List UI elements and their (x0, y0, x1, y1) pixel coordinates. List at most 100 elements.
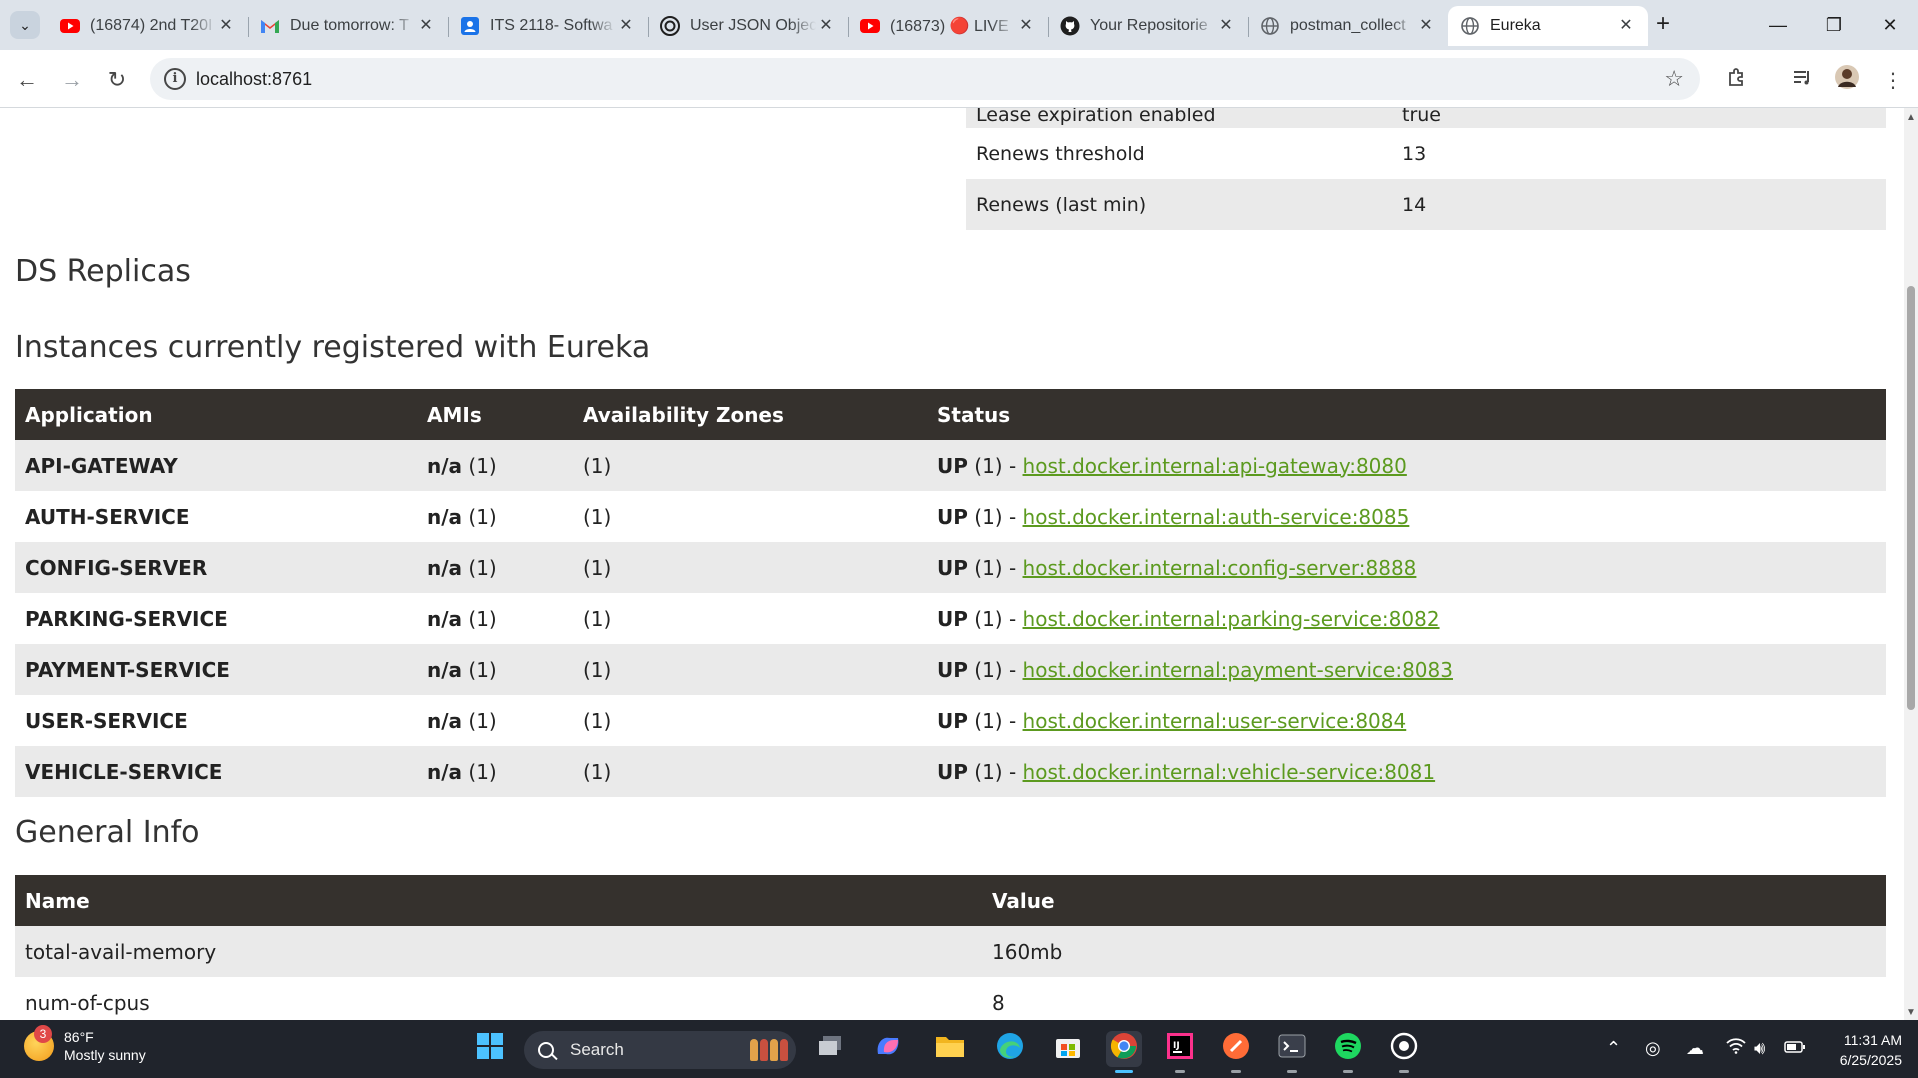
wifi-icon[interactable] (1726, 1038, 1746, 1059)
avatar-icon (1835, 65, 1859, 95)
status-cell: UP (1) - host.docker.internal:api-gatewa… (927, 440, 1886, 491)
tab-postman[interactable]: postman_collect ✕ (1248, 6, 1448, 46)
postman-button[interactable] (1218, 1031, 1254, 1073)
obs-icon (1390, 1032, 1418, 1066)
battery-icon[interactable] (1784, 1038, 1806, 1059)
status-cell: UP (1) - host.docker.internal:config-ser… (927, 542, 1886, 593)
restore-button[interactable]: ❐ (1806, 0, 1862, 50)
info-value: 8 (992, 990, 1005, 1015)
tab-strip: ⌄ (16874) 2nd T20I ✕ Due tomorrow: T ✕ I… (0, 0, 1918, 50)
new-tab-button[interactable]: + (1648, 10, 1678, 40)
chrome-menu-button[interactable]: ⋮ (1876, 63, 1910, 97)
tab-title: User JSON Objec (690, 17, 816, 34)
site-info-icon[interactable]: i (164, 68, 186, 90)
tab-list: (16874) 2nd T20I ✕ Due tomorrow: T ✕ ITS… (48, 6, 1648, 50)
minimize-button[interactable]: — (1750, 0, 1806, 50)
microsoft-store-button[interactable] (1050, 1031, 1086, 1067)
scroll-down-icon[interactable]: ▼ (1906, 1007, 1916, 1018)
table-row: AUTH-SERVICE n/a (1) (1) UP (1) - host.d… (15, 491, 1886, 542)
status-count: (1) - (974, 606, 1017, 631)
status-badge: UP (937, 504, 968, 529)
column-header: Availability Zones (573, 389, 927, 440)
chevron-down-icon: ⌄ (19, 16, 31, 33)
close-tab-icon[interactable]: ✕ (1416, 16, 1436, 36)
instance-link[interactable]: host.docker.internal:vehicle-service:808… (1023, 760, 1436, 784)
status-count: (1) - (974, 504, 1017, 529)
instance-link[interactable]: host.docker.internal:auth-service:8085 (1023, 505, 1410, 529)
chrome-button[interactable] (1106, 1031, 1142, 1073)
application-name: PARKING-SERVICE (25, 606, 228, 631)
onedrive-icon[interactable]: ☁ (1686, 1038, 1704, 1059)
close-tab-icon[interactable]: ✕ (216, 16, 236, 36)
amis-value: n/a (427, 555, 463, 580)
table-row: PARKING-SERVICE n/a (1) (1) UP (1) - hos… (15, 593, 1886, 644)
status-count: (1) - (974, 657, 1017, 682)
close-tab-icon[interactable]: ✕ (416, 16, 436, 36)
table-row: PAYMENT-SERVICE n/a (1) (1) UP (1) - hos… (15, 644, 1886, 695)
system-clock[interactable]: 11:31 AM 6/25/2025 (1840, 1030, 1902, 1070)
instance-link[interactable]: host.docker.internal:parking-service:808… (1023, 607, 1440, 631)
close-tab-icon[interactable]: ✕ (616, 16, 636, 36)
browser-toolbar: ← → ↻ i localhost:8761 ☆ ⋮ (0, 50, 1918, 108)
tab-gmail[interactable]: Due tomorrow: T ✕ (248, 6, 448, 46)
close-tab-icon[interactable]: ✕ (1016, 16, 1036, 36)
extensions-button[interactable] (1720, 63, 1754, 97)
volume-icon[interactable]: 🔊︎ (1754, 1038, 1765, 1059)
profile-avatar[interactable] (1830, 63, 1864, 97)
instance-link[interactable]: host.docker.internal:api-gateway:8080 (1023, 454, 1407, 478)
forward-button[interactable]: → (55, 63, 89, 97)
media-controls-button[interactable] (1785, 63, 1819, 97)
show-hidden-icons-chevron-icon[interactable]: ⌃ (1606, 1038, 1621, 1059)
tab-search-dropdown-button[interactable]: ⌄ (10, 11, 40, 39)
close-tab-icon[interactable]: ✕ (1216, 16, 1236, 36)
status-cell: UP (1) - host.docker.internal:parking-se… (927, 593, 1886, 644)
close-tab-icon[interactable]: ✕ (1616, 16, 1636, 36)
copilot-button[interactable] (870, 1031, 906, 1067)
table-row: Renews threshold 13 (966, 128, 1886, 179)
lease-key: Lease expiration enabled (966, 108, 1392, 128)
status-count: (1) - (974, 453, 1017, 478)
restore-icon: ❐ (1825, 14, 1843, 35)
tab-github[interactable]: Your Repositorie ✕ (1048, 6, 1248, 46)
tab-youtube-live[interactable]: (16873) 🔴 LIVE ✕ (848, 6, 1048, 46)
terminal-button[interactable] (1274, 1031, 1310, 1073)
tab-its-2118[interactable]: ITS 2118- Softwa ✕ (448, 6, 648, 46)
ds-replicas-heading: DS Replicas (15, 254, 191, 289)
tab-chatgpt[interactable]: User JSON Objec ✕ (648, 6, 848, 46)
scroll-up-icon[interactable]: ▲ (1906, 112, 1916, 123)
edge-button[interactable] (992, 1031, 1028, 1067)
start-button[interactable] (472, 1031, 508, 1067)
zones-cell: (1) (573, 542, 927, 593)
close-tab-icon[interactable]: ✕ (816, 16, 836, 36)
back-button[interactable]: ← (10, 63, 44, 97)
bookmark-star-icon[interactable]: ☆ (1664, 66, 1684, 92)
windows-taskbar: 3 86°F Mostly sunny Search IJ ⌃ ◎ ☁ 🔊︎ 1… (0, 1020, 1918, 1078)
weather-sun-icon: 3 (24, 1025, 54, 1061)
address-bar[interactable]: i localhost:8761 ☆ (150, 58, 1700, 100)
instance-link[interactable]: host.docker.internal:config-server:8888 (1023, 556, 1417, 580)
vertical-scrollbar[interactable]: ▲ ▼ (1904, 108, 1918, 1020)
tab-youtube-t20[interactable]: (16874) 2nd T20I ✕ (48, 6, 248, 46)
instance-link[interactable]: host.docker.internal:payment-service:808… (1023, 658, 1453, 682)
table-header-row: Name Value (15, 875, 1886, 926)
obs-button[interactable] (1386, 1031, 1422, 1073)
task-view-button[interactable] (812, 1031, 848, 1067)
amis-cell: n/a (1) (417, 542, 573, 593)
close-window-button[interactable]: ✕ (1862, 0, 1918, 50)
amis-value: n/a (427, 453, 463, 478)
spotify-button[interactable] (1330, 1031, 1366, 1073)
table-row: Renews (last min) 14 (966, 179, 1886, 230)
url-text[interactable]: localhost:8761 (196, 69, 312, 90)
file-explorer-button[interactable] (932, 1031, 968, 1067)
tab-title: Eureka (1490, 17, 1541, 34)
weather-widget[interactable]: 3 86°F Mostly sunny (24, 1025, 146, 1064)
reload-button[interactable]: ↻ (100, 63, 134, 97)
scrollbar-thumb[interactable] (1907, 286, 1915, 710)
instance-link[interactable]: host.docker.internal:user-service:8084 (1023, 709, 1407, 733)
intellij-button[interactable]: IJ (1162, 1031, 1198, 1073)
obs-tray-icon[interactable]: ◎ (1645, 1038, 1661, 1059)
tab-eureka[interactable]: Eureka ✕ (1448, 6, 1648, 46)
taskbar-search[interactable]: Search (524, 1031, 796, 1069)
application-name: AUTH-SERVICE (25, 504, 190, 529)
amis-count: (1) (468, 606, 497, 631)
